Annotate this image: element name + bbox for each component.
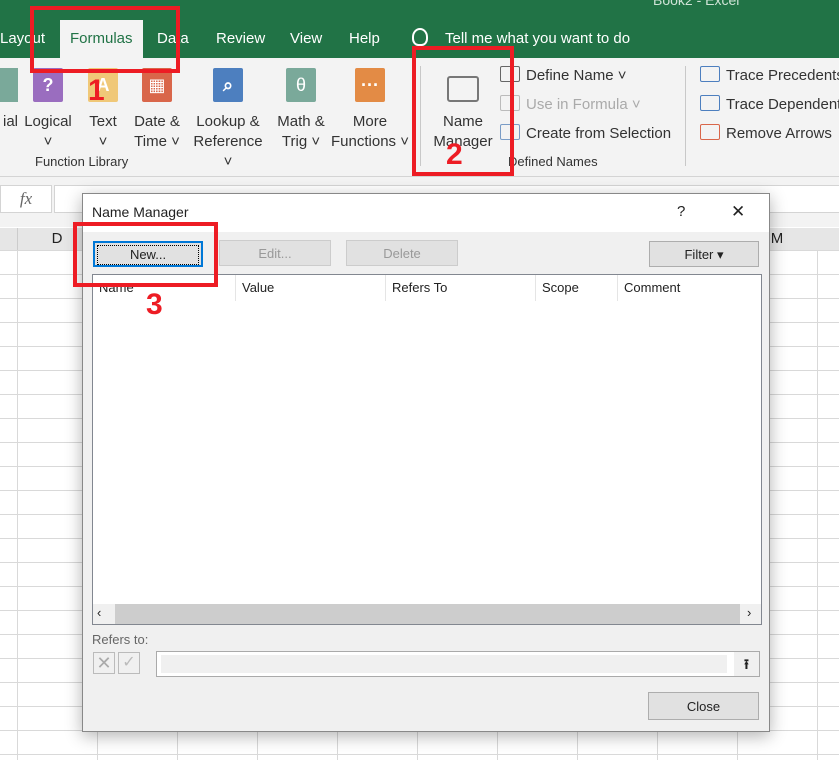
edit-button[interactable]: Edit... xyxy=(219,240,331,266)
dialog-title: Name Manager xyxy=(92,204,189,220)
refers-to-label: Refers to: xyxy=(92,632,149,647)
trace-precedents-button[interactable]: Trace Precedents xyxy=(700,66,839,84)
collapse-dialog-icon[interactable]: ⭱ xyxy=(734,652,759,676)
insert-function-button[interactable]: fx xyxy=(0,185,52,213)
tab-review[interactable]: Review xyxy=(206,20,275,58)
delete-button[interactable]: Delete xyxy=(346,240,458,266)
create-from-selection-button[interactable]: Create from Selection xyxy=(500,124,671,142)
defined-names-label: Defined Names xyxy=(508,154,598,169)
annotation-number-3: 3 xyxy=(146,288,163,321)
trace-precedents-icon xyxy=(700,66,720,82)
lookup-reference-button[interactable]: ⌕ Lookup & Reference ˅ xyxy=(188,66,268,172)
names-list[interactable]: Name Value Refers To Scope Comment ‹ › xyxy=(92,274,762,625)
column-value[interactable]: Value xyxy=(236,275,386,301)
divider xyxy=(685,66,686,166)
horizontal-scrollbar[interactable]: ‹ › xyxy=(93,604,761,624)
annotation-box-name-manager xyxy=(412,46,514,176)
column-comment[interactable]: Comment xyxy=(618,275,761,301)
magnifier-icon: ⌕ xyxy=(213,68,243,102)
theta-icon: θ xyxy=(286,68,316,102)
define-name-button[interactable]: Define Name ˅ xyxy=(500,66,626,84)
remove-arrows-button[interactable]: Remove Arrows xyxy=(700,124,832,142)
more-functions-button[interactable]: ··· More Functions ˅ xyxy=(330,66,410,152)
calendar-icon: ▦ xyxy=(142,68,172,102)
use-in-formula-button[interactable]: Use in Formula ˅ xyxy=(500,95,641,113)
column-header-n[interactable] xyxy=(817,228,839,250)
lightbulb-icon xyxy=(412,28,428,46)
function-library-label: Function Library xyxy=(35,154,129,169)
scroll-left-icon[interactable]: ‹ xyxy=(97,605,101,620)
trace-dependents-icon xyxy=(700,95,720,111)
annotation-number-2: 2 xyxy=(446,138,463,171)
cancel-edit-icon[interactable]: ✕ xyxy=(93,652,115,674)
column-scope[interactable]: Scope xyxy=(536,275,618,301)
tab-view[interactable]: View xyxy=(280,20,332,58)
financial-button[interactable]: ial xyxy=(0,66,18,132)
column-refers-to[interactable]: Refers To xyxy=(386,275,536,301)
remove-arrows-icon xyxy=(700,124,720,140)
ellipsis-icon: ··· xyxy=(355,68,385,102)
confirm-edit-icon[interactable]: ✓ xyxy=(118,652,140,674)
filter-button[interactable]: Filter ▾ xyxy=(649,241,759,267)
scrollbar-thumb[interactable] xyxy=(115,604,740,624)
refers-to-input[interactable]: ⭱ xyxy=(156,651,760,677)
annotation-box-formulas xyxy=(30,6,180,73)
close-icon[interactable]: ✕ xyxy=(731,202,745,222)
close-button[interactable]: Close xyxy=(648,692,759,720)
date-time-button[interactable]: ▦ Date & Time ˅ xyxy=(130,66,184,152)
math-trig-button[interactable]: θ Math & Trig ˅ xyxy=(273,66,329,152)
annotation-box-new xyxy=(73,222,218,287)
tab-help[interactable]: Help xyxy=(339,20,390,58)
window-title: Book2 - Excel xyxy=(653,0,740,8)
help-button[interactable]: ? xyxy=(677,203,685,220)
trace-dependents-button[interactable]: Trace Dependents xyxy=(700,95,839,113)
annotation-number-1: 1 xyxy=(88,74,105,107)
scroll-right-icon[interactable]: › xyxy=(747,605,751,620)
logical-button[interactable]: ? Logical ˅ xyxy=(22,66,74,152)
logical-icon: ? xyxy=(33,68,63,102)
financial-icon xyxy=(0,68,18,102)
column-header-c[interactable] xyxy=(0,228,18,250)
